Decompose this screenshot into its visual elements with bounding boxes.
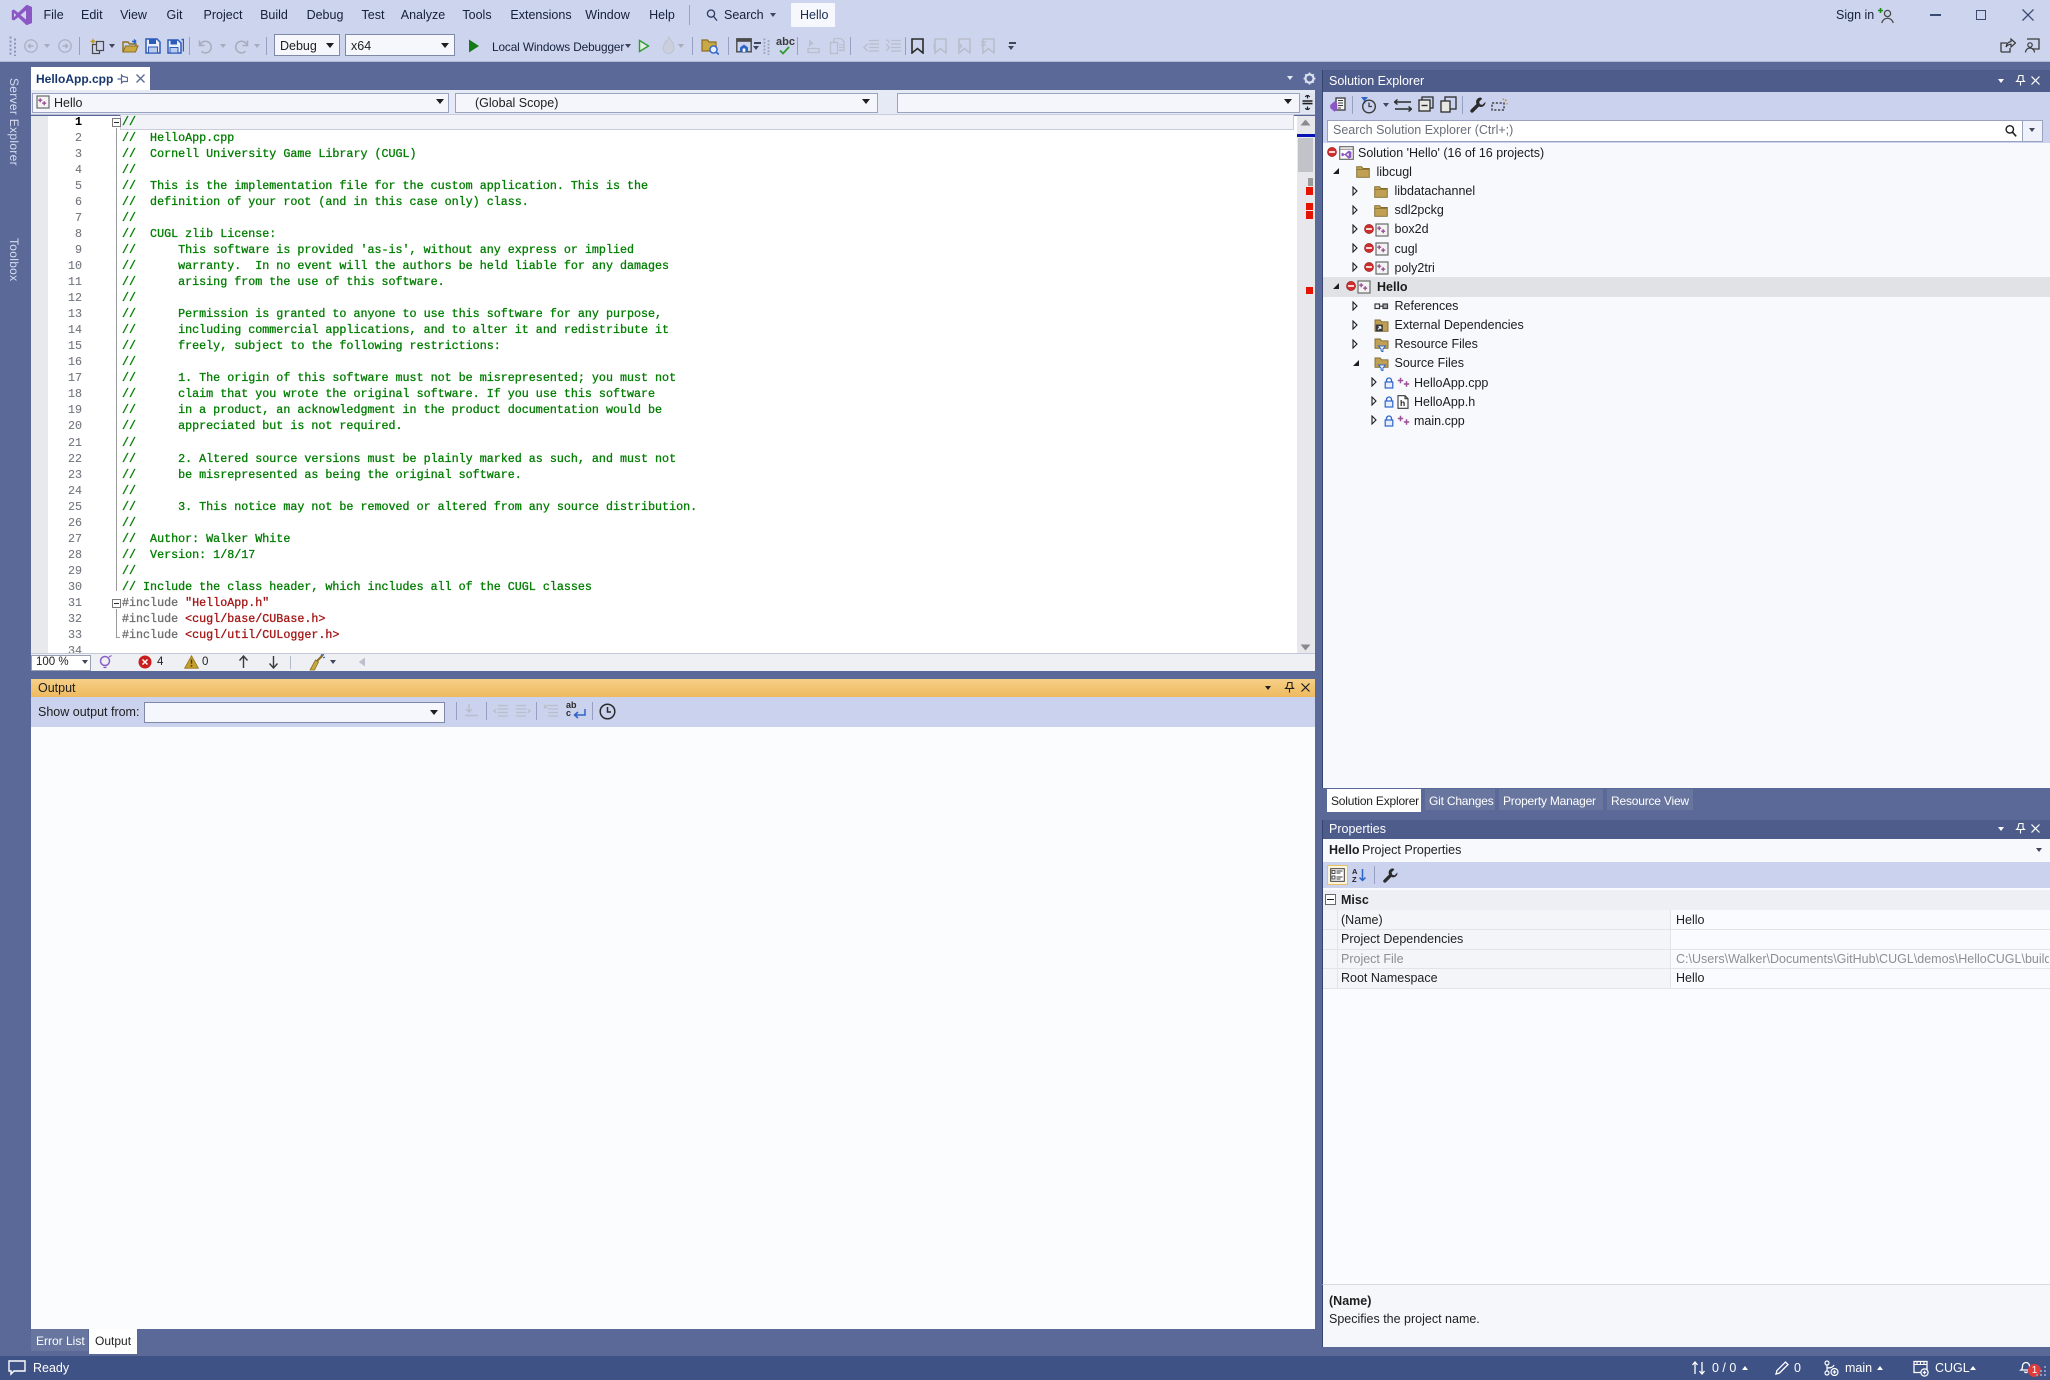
svg-text:h: h — [1400, 398, 1405, 408]
svg-text:Z: Z — [1352, 875, 1357, 883]
